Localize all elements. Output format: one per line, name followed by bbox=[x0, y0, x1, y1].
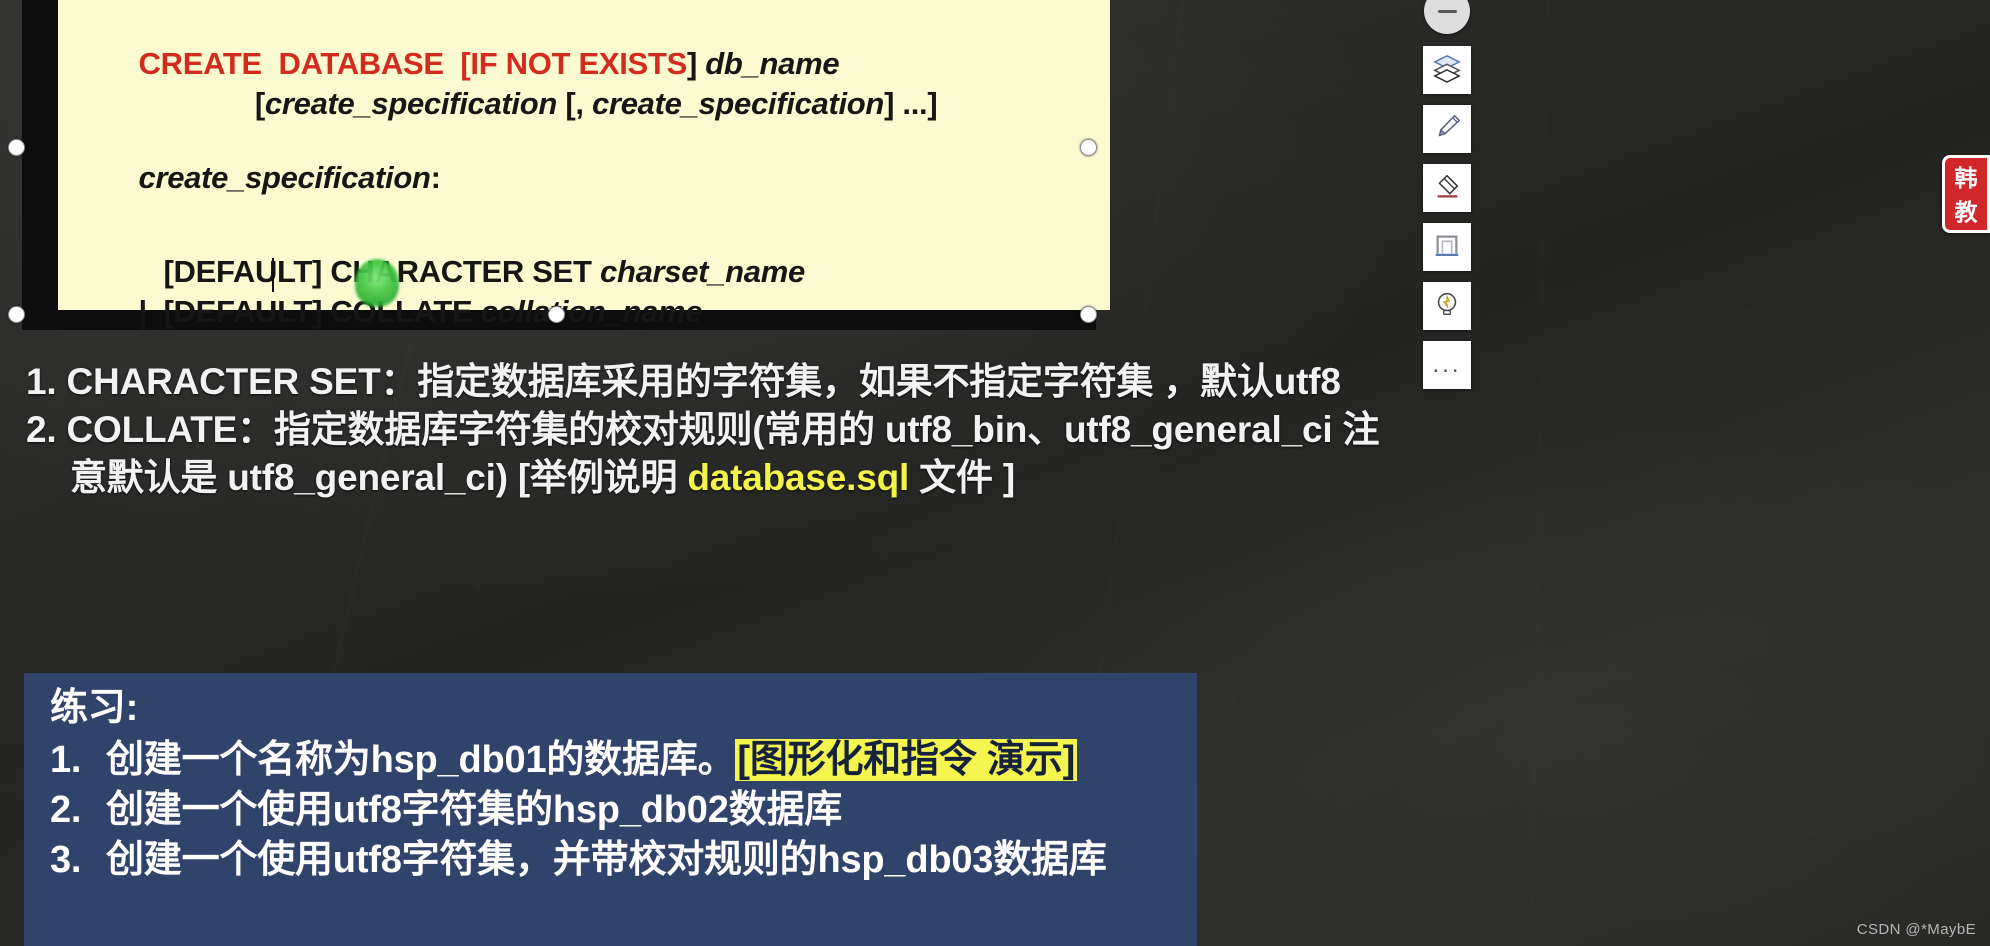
lightbulb-icon bbox=[1432, 289, 1462, 324]
notes-list: 1. CHARACTER SET：指定数据库采用的字符集，如果不指定字符集 ，默… bbox=[26, 358, 1976, 502]
code-token-charset-name: charset_name bbox=[600, 254, 805, 289]
practice-box: 练习: 1. 创建一个名称为hsp_db01的数据库。[图形化和指令 演示] 2.… bbox=[24, 673, 1197, 946]
code-token-db-name: db_name bbox=[705, 46, 840, 81]
toolbar-button-idea[interactable] bbox=[1423, 282, 1471, 330]
seal-char-2: 教 bbox=[1954, 199, 1978, 225]
selection-handle-middle-right[interactable] bbox=[1080, 139, 1097, 156]
csdn-watermark: CSDN @*MaybE bbox=[1856, 921, 1976, 938]
code-token-create-spec-b: create_specification bbox=[591, 86, 885, 121]
minus-icon bbox=[1437, 9, 1457, 13]
note-item-2-suffix: 文件 ] bbox=[909, 457, 1015, 498]
practice-item-2-number: 2. bbox=[50, 789, 82, 831]
toolbar-button-layers[interactable] bbox=[1423, 46, 1471, 94]
code-colon: : bbox=[430, 160, 441, 195]
note-item-2-line-1: 2. COLLATE：指定数据库字符集的校对规则(常用的 utf8_bin、ut… bbox=[26, 409, 1380, 450]
more-icon: ... bbox=[1432, 351, 1462, 378]
text-cursor-caret bbox=[272, 258, 274, 292]
seal-char-1: 韩 bbox=[1954, 165, 1978, 191]
teacher-seal-stamp: 韩 教 bbox=[1942, 155, 1990, 233]
selection-handle-bottom-center[interactable] bbox=[548, 306, 565, 323]
brush-icon bbox=[1432, 112, 1462, 147]
toolbar-button-more[interactable]: ... bbox=[1423, 341, 1471, 389]
code-label-create-specification: create_specification bbox=[138, 160, 431, 195]
eraser-icon bbox=[1432, 171, 1462, 206]
code-line-4: [DEFAULT] CHARACTER SET charset_name bbox=[72, 212, 1100, 289]
code-block-body[interactable]: CREATE DATABASE [IF NOT EXISTS] db_name … bbox=[58, 0, 1110, 329]
code-sep-comma: [, bbox=[557, 86, 592, 121]
toolbar-button-frame[interactable] bbox=[1423, 223, 1471, 271]
selection-handle-bottom-right[interactable] bbox=[1080, 306, 1097, 323]
selection-handle-middle-left[interactable] bbox=[8, 139, 25, 156]
practice-item-3: 3. 创建一个使用utf8字符集，并带校对规则的hsp_db03数据库 bbox=[50, 835, 1197, 885]
code-line-3: create_specification: bbox=[72, 118, 1100, 195]
code-keyword-if-not-exists: IF NOT EXISTS bbox=[470, 46, 687, 81]
layers-icon bbox=[1432, 53, 1462, 88]
practice-item-3-text: 创建一个使用utf8字符集，并带校对规则的hsp_db03数据库 bbox=[106, 839, 1107, 881]
code-keyword-create-database: CREATE DATABASE [ bbox=[138, 46, 471, 81]
practice-item-1-highlight: [图形化和指令 演示] bbox=[735, 739, 1078, 781]
practice-item-2: 2. 创建一个使用utf8字符集的hsp_db02数据库 bbox=[50, 785, 1197, 835]
note-item-2-line-2: 意默认是 utf8_general_ci) [举例说明 database.sql… bbox=[26, 454, 1976, 502]
practice-item-1-text: 创建一个名称为hsp_db01的数据库。 bbox=[106, 739, 736, 781]
code-tail-ellipsis: ] ...] bbox=[884, 86, 938, 121]
code-block-frame[interactable]: CREATE DATABASE [IF NOT EXISTS] db_name … bbox=[8, 0, 1110, 330]
code-token-create-spec-a: create_specification bbox=[264, 86, 558, 121]
note-item-1: 1. CHARACTER SET：指定数据库采用的字符集，如果不指定字符集 ，默… bbox=[26, 361, 1341, 402]
slide-screen: CREATE DATABASE [IF NOT EXISTS] db_name … bbox=[0, 0, 1990, 946]
practice-item-2-text: 创建一个使用utf8字符集的hsp_db02数据库 bbox=[106, 789, 843, 831]
code-bracket-close: ] bbox=[686, 46, 706, 81]
frame-icon bbox=[1432, 230, 1462, 265]
note-item-2-file-highlight: database.sql bbox=[687, 457, 910, 498]
toolbar-button-brush[interactable] bbox=[1423, 105, 1471, 153]
code-default-collate: | [DEFAULT] COLLATE bbox=[138, 294, 481, 329]
collapse-toolbar-button[interactable] bbox=[1424, 0, 1470, 34]
code-token-collation-name: collation_name bbox=[480, 294, 703, 329]
practice-item-1-number: 1. bbox=[50, 739, 82, 781]
annotation-toolbar[interactable]: ... bbox=[1419, 0, 1475, 400]
selection-handle-bottom-left[interactable] bbox=[8, 306, 25, 323]
code-indent-2: [ bbox=[138, 86, 265, 121]
code-line-1: CREATE DATABASE [IF NOT EXISTS] db_name bbox=[72, 4, 1100, 81]
practice-item-1: 1. 创建一个名称为hsp_db01的数据库。[图形化和指令 演示] bbox=[50, 735, 1197, 785]
practice-title: 练习: bbox=[50, 687, 139, 729]
laser-pointer-dot bbox=[355, 259, 399, 307]
toolbar-button-eraser[interactable] bbox=[1423, 164, 1471, 212]
note-item-2-prefix: 意默认是 utf8_general_ci) [举例说明 bbox=[70, 457, 688, 498]
practice-item-3-number: 3. bbox=[50, 839, 82, 881]
